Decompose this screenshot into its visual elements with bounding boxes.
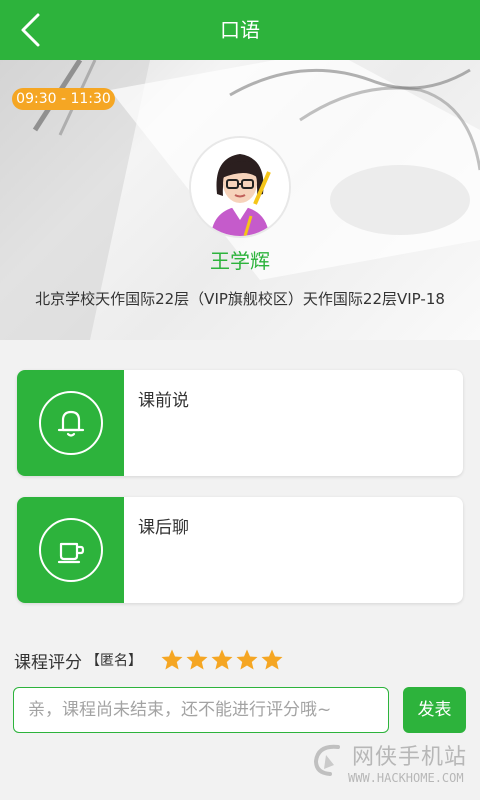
card-label: 课后聊 xyxy=(138,518,189,538)
watermark-logo-icon xyxy=(313,744,340,776)
time-badge: 09:30 - 11:30 xyxy=(12,88,115,110)
star-icon[interactable] xyxy=(185,648,209,672)
star-icon[interactable] xyxy=(235,648,259,672)
lesson-header: 09:30 - 11:30 王学辉 北京学校天作国际22层（VIP旗舰校区）天作… xyxy=(0,60,480,340)
watermark: 网侠手机站 WWW.HACKHOME.COM xyxy=(308,737,476,795)
rating-row: 课程评分 【匿名】 xyxy=(14,646,285,674)
avatar xyxy=(189,136,291,238)
top-bar: 口语 xyxy=(0,0,480,60)
cup-icon xyxy=(39,518,103,582)
card-label: 课前说 xyxy=(138,391,189,411)
comment-input[interactable] xyxy=(13,687,389,733)
anonymous-tag: 【匿名】 xyxy=(86,653,142,669)
pre-class-card[interactable]: 课前说 xyxy=(17,370,463,476)
star-icon[interactable] xyxy=(260,648,284,672)
star-icon[interactable] xyxy=(210,648,234,672)
lesson-location: 北京学校天作国际22层（VIP旗舰校区）天作国际22层VIP-18 xyxy=(35,290,445,308)
page-title: 口语 xyxy=(220,18,260,42)
card-icon-panel xyxy=(17,370,124,476)
rating-label: 课程评分 xyxy=(14,652,82,673)
star-rating[interactable] xyxy=(160,648,285,672)
card-icon-panel xyxy=(17,497,124,603)
teacher-avatar-icon xyxy=(191,138,289,236)
star-icon[interactable] xyxy=(160,648,184,672)
watermark-text: 网侠手机站 xyxy=(352,745,468,770)
teacher-name: 王学辉 xyxy=(210,249,270,273)
watermark-url: WWW.HACKHOME.COM xyxy=(348,771,464,785)
post-class-card[interactable]: 课后聊 xyxy=(17,497,463,603)
submit-button[interactable]: 发表 xyxy=(403,687,466,733)
bell-icon xyxy=(39,391,103,455)
